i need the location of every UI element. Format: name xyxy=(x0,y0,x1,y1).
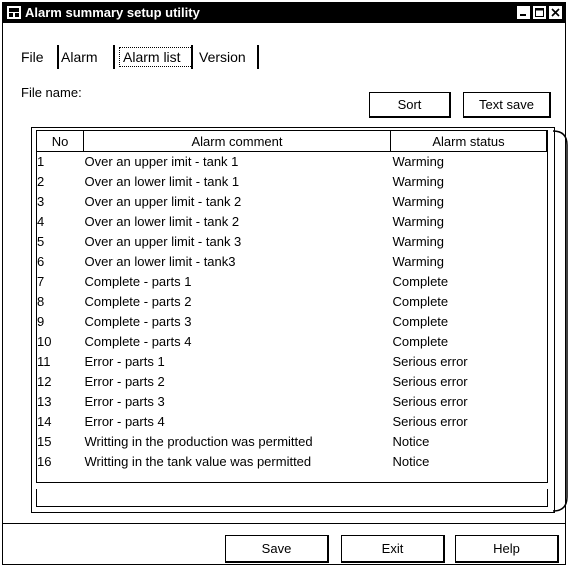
alarm-comment-cell: Over an upper limit - tank 3 xyxy=(84,234,242,249)
table-row[interactable]: 3 Over an upper limit - tank 2 Warming xyxy=(37,192,547,212)
no-cell: 12 xyxy=(37,374,52,389)
alarm-status-cell: Complete xyxy=(392,314,449,329)
alarm-comment-cell: Complete - parts 2 xyxy=(84,294,192,309)
alarm-list-panel: No Alarm comment Alarm status 1 Over an u… xyxy=(31,127,555,513)
no-cell: 7 xyxy=(37,274,45,289)
alarm-comment-cell: Writting in the tank value was permitted xyxy=(84,454,312,469)
no-cell: 6 xyxy=(37,254,45,269)
table-row[interactable]: 15 Writting in the production was permitt… xyxy=(37,432,547,452)
alarm-comment-cell: Complete - parts 1 xyxy=(84,274,192,289)
table-body: 1 Over an upper imit - tank 1 Warming 2 Over… xyxy=(37,152,547,473)
horizontal-scrollbar[interactable] xyxy=(36,489,548,507)
no-cell: 3 xyxy=(37,194,45,209)
tab-version[interactable]: Version xyxy=(195,45,259,69)
sort-button[interactable]: Sort xyxy=(369,92,451,118)
alarm-status-cell: Complete xyxy=(392,334,449,349)
alarm-comment-cell: Writting in the production was permitted xyxy=(84,434,313,449)
column-header-no[interactable]: No xyxy=(37,131,84,152)
table-row[interactable]: 16 Writting in the tank value was permitt… xyxy=(37,452,547,472)
tab-divider xyxy=(191,45,193,69)
alarm-status-cell: Notice xyxy=(392,454,430,469)
alarm-status-cell: Complete xyxy=(392,294,449,309)
no-cell: 1 xyxy=(37,154,45,169)
no-cell: 8 xyxy=(37,294,45,309)
tab-file[interactable]: File xyxy=(17,45,59,69)
table-row[interactable]: 2 Over an lower limit - tank 1 Warming xyxy=(37,172,547,192)
alarm-status-cell: Serious error xyxy=(392,354,468,369)
alarm-comment-cell: Complete - parts 3 xyxy=(84,314,192,329)
list-bracket-decoration xyxy=(552,130,568,512)
text-save-button[interactable]: Text save xyxy=(463,92,551,118)
table-row[interactable]: 8 Complete - parts 2 Complete xyxy=(37,292,547,312)
alarm-status-cell: Notice xyxy=(392,434,430,449)
no-cell: 2 xyxy=(37,174,45,189)
alarm-comment-cell: Over an lower limit - tank 1 xyxy=(84,174,240,189)
table-row[interactable]: 12 Error - parts 2 Serious error xyxy=(37,372,547,392)
alarm-comment-cell: Over an upper limit - tank 2 xyxy=(84,194,242,209)
table-row[interactable]: 14 Error - parts 4 Serious error xyxy=(37,412,547,432)
alarm-status-cell: Warming xyxy=(392,234,445,249)
save-button[interactable]: Save xyxy=(225,535,329,563)
maximize-icon xyxy=(535,8,544,17)
alarm-comment-cell: Over an upper imit - tank 1 xyxy=(84,154,239,169)
table-row[interactable]: 10 Complete - parts 4 Complete xyxy=(37,332,547,352)
column-header-alarm-status[interactable]: Alarm status xyxy=(390,131,547,152)
alarm-list-table[interactable]: No Alarm comment Alarm status 1 Over an u… xyxy=(36,130,548,483)
exit-button[interactable]: Exit xyxy=(341,535,445,563)
no-cell: 5 xyxy=(37,234,45,249)
footer-divider xyxy=(3,523,565,524)
alarm-status-cell: Warming xyxy=(392,154,445,169)
no-cell: 11 xyxy=(37,354,51,369)
alarm-comment-cell: Error - parts 2 xyxy=(84,374,165,389)
table-row[interactable]: 1 Over an upper imit - tank 1 Warming xyxy=(37,152,547,173)
tab-divider xyxy=(113,45,115,69)
alarm-comment-cell: Complete - parts 4 xyxy=(84,334,192,349)
file-name-label: File name: xyxy=(21,85,82,100)
table-row[interactable]: 9 Complete - parts 3 Complete xyxy=(37,312,547,332)
window-controls xyxy=(516,5,563,20)
app-window: Alarm summary setup utility File Alarm A… xyxy=(2,2,568,565)
no-cell: 10 xyxy=(37,334,52,349)
alarm-status-cell: Warming xyxy=(392,254,445,269)
alarm-status-cell: Warming xyxy=(392,174,445,189)
alarm-comment-cell: Over an lower limit - tank3 xyxy=(84,254,236,269)
alarm-status-cell: Serious error xyxy=(392,394,468,409)
minimize-button[interactable] xyxy=(516,5,531,20)
no-cell: 15 xyxy=(37,434,52,449)
app-icon xyxy=(7,6,21,19)
alarm-status-cell: Serious error xyxy=(392,374,468,389)
no-cell: 13 xyxy=(37,394,52,409)
title-bar[interactable]: Alarm summary setup utility xyxy=(3,3,565,23)
help-button[interactable]: Help xyxy=(455,535,559,563)
no-cell: 16 xyxy=(37,454,52,469)
column-header-alarm-comment[interactable]: Alarm comment xyxy=(83,131,391,152)
alarm-status-cell: Warming xyxy=(392,214,445,229)
minimize-icon xyxy=(520,14,526,16)
alarm-status-cell: Warming xyxy=(392,194,445,209)
table-row[interactable]: 13 Error - parts 3 Serious error xyxy=(37,392,547,412)
table-header-row: No Alarm comment Alarm status xyxy=(37,131,547,152)
window-title: Alarm summary setup utility xyxy=(25,5,200,20)
table-row[interactable]: 11 Error - parts 1 Serious error xyxy=(37,352,547,372)
alarm-comment-cell: Error - parts 3 xyxy=(84,394,165,409)
maximize-button[interactable] xyxy=(532,5,547,20)
alarm-comment-cell: Error - parts 4 xyxy=(84,414,165,429)
alarm-status-cell: Complete xyxy=(392,274,449,289)
alarm-comment-cell: Over an lower limit - tank 2 xyxy=(84,214,240,229)
table-row[interactable]: 5 Over an upper limit - tank 3 Warming xyxy=(37,232,547,252)
table-row[interactable]: 7 Complete - parts 1 Complete xyxy=(37,272,547,292)
table-row[interactable]: 4 Over an lower limit - tank 2 Warming xyxy=(37,212,547,232)
tab-alarm[interactable]: Alarm xyxy=(57,45,109,69)
no-cell: 14 xyxy=(37,414,52,429)
no-cell: 9 xyxy=(37,314,45,329)
close-button[interactable] xyxy=(548,5,563,20)
table-row[interactable]: 6 Over an lower limit - tank3 Warming xyxy=(37,252,547,272)
alarm-comment-cell: Error - parts 1 xyxy=(84,354,165,369)
tab-alarm-list[interactable]: Alarm list xyxy=(119,47,193,67)
no-cell: 4 xyxy=(37,214,45,229)
close-icon xyxy=(551,8,560,17)
alarm-status-cell: Serious error xyxy=(392,414,468,429)
